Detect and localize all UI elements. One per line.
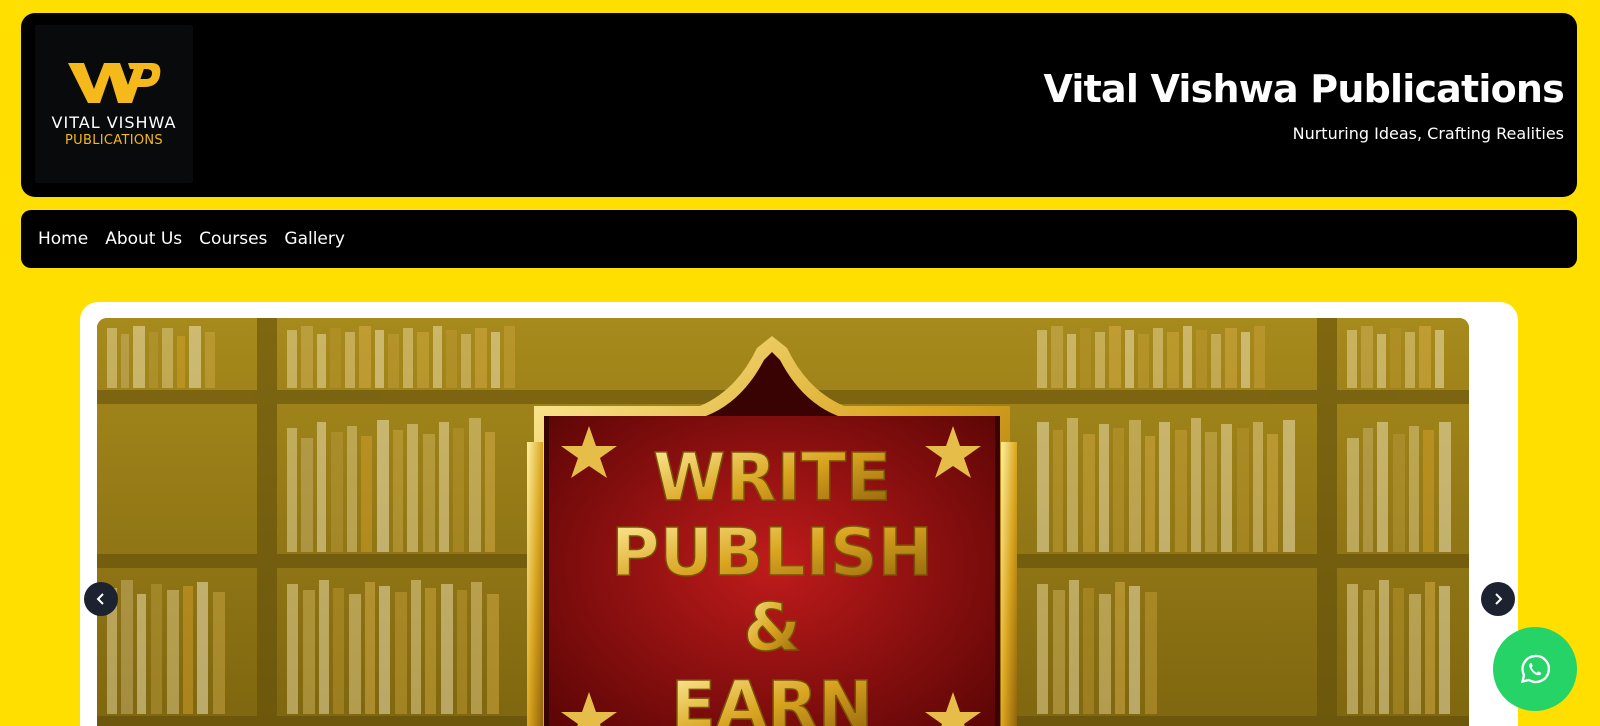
whatsapp-icon [1520,654,1550,684]
slide-text-publish: PUBLISH [611,514,933,591]
hero-slider: WRITE PUBLISH & EARN [80,302,1518,726]
slide-text-earn: EARN [671,667,873,726]
chevron-left-icon [96,593,104,605]
logo-name: VITAL VISHWA [51,113,177,132]
nav-gallery[interactable]: Gallery [284,229,345,249]
site-logo[interactable]: VITAL VISHWA PUBLICATIONS [35,25,193,183]
whatsapp-button[interactable] [1493,627,1577,711]
nav-courses[interactable]: Courses [199,229,267,249]
slide-image: WRITE PUBLISH & EARN [97,318,1469,726]
nav-home[interactable]: Home [38,229,88,249]
site-tagline: Nurturing Ideas, Crafting Realities [1292,124,1564,143]
main-nav: Home About Us Courses Gallery [21,210,1577,268]
site-header: VITAL VISHWA PUBLICATIONS Vital Vishwa P… [21,13,1577,197]
slide-artwork: WRITE PUBLISH & EARN [97,318,1469,726]
slide-text-amp: & [743,589,801,666]
slider-prev-button[interactable] [84,582,118,616]
nav-about-us[interactable]: About Us [105,229,182,249]
chevron-right-icon [1495,593,1503,605]
slide-text-write: WRITE [653,439,891,516]
logo-sub: PUBLICATIONS [65,133,163,148]
site-title: Vital Vishwa Publications [1043,67,1564,111]
logo-mark-icon [68,63,161,103]
slider-next-button[interactable] [1481,582,1515,616]
